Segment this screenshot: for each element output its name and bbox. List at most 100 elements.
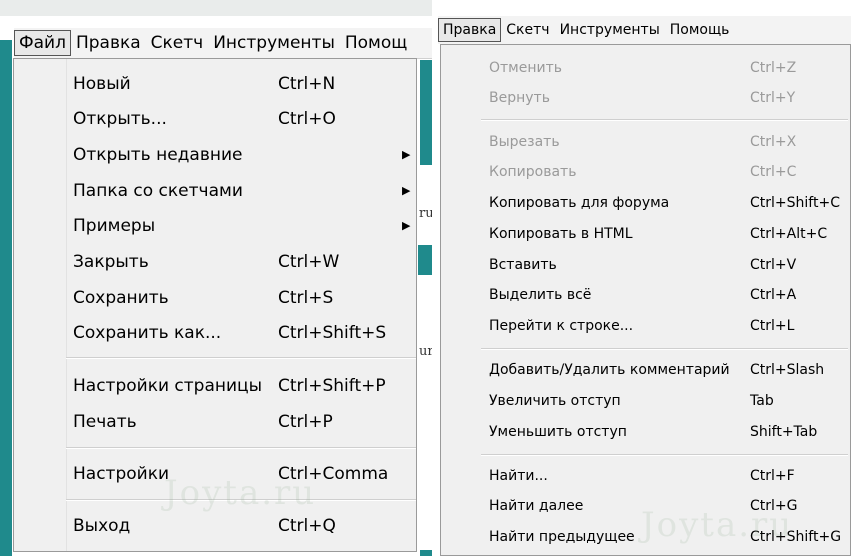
menu-item-label: Выход <box>73 516 131 536</box>
menu-separator <box>481 348 848 350</box>
menu-item-shortcut: Ctrl+L <box>750 318 795 334</box>
menu-item-open[interactable]: Открыть... Ctrl+O <box>14 102 416 136</box>
menu-file[interactable]: Файл <box>14 30 71 56</box>
edit-dropdown: Отменить Ctrl+Z Вернуть Ctrl+Y Вырезать … <box>440 44 851 556</box>
menu-item-shortcut: Ctrl+Shift+S <box>278 323 387 343</box>
menu-item-shortcut: Ctrl+C <box>750 164 797 180</box>
submenu-arrow-icon: ▶ <box>402 148 411 161</box>
menu-item-paste[interactable]: Вставить Ctrl+V <box>441 250 850 280</box>
menu-item-quit[interactable]: Выход Ctrl+Q <box>14 509 416 543</box>
menu-item-page-setup[interactable]: Настройки страницы Ctrl+Shift+P <box>14 369 416 403</box>
menu-item-label: Уменьшить отступ <box>489 424 627 440</box>
file-dropdown: Новый Ctrl+N Открыть... Ctrl+O Открыть н… <box>13 58 417 552</box>
menu-separator <box>66 447 416 449</box>
edit-menu-screenshot: Правка Скетч Инструменты Помощь Отменить… <box>438 16 851 556</box>
menu-help[interactable]: Помощь <box>665 19 735 41</box>
menu-item-close[interactable]: Закрыть Ctrl+W <box>14 245 416 279</box>
menu-item-shortcut: Ctrl+O <box>278 109 336 129</box>
menu-item-copy-as-html[interactable]: Копировать в HTML Ctrl+Alt+C <box>441 219 850 249</box>
editor-text-fragment: ru <box>419 206 432 221</box>
menu-item-shortcut: Tab <box>750 393 774 409</box>
menu-item-cut[interactable]: Вырезать Ctrl+X <box>441 127 850 157</box>
menu-item-print[interactable]: Печать Ctrl+P <box>14 405 416 439</box>
menu-item-copy-for-forum[interactable]: Копировать для форума Ctrl+Shift+C <box>441 188 850 218</box>
menu-item-save-as[interactable]: Сохранить как... Ctrl+Shift+S <box>14 316 416 350</box>
menu-item-label: Добавить/Удалить комментарий <box>489 362 730 378</box>
menu-item-shortcut: Ctrl+Slash <box>750 362 825 378</box>
menu-item-label: Копировать <box>489 164 577 180</box>
menu-item-label: Примеры <box>73 216 156 236</box>
menu-item-shortcut: Ctrl+P <box>278 412 333 432</box>
menu-item-label: Открыть недавние <box>73 145 243 165</box>
submenu-arrow-icon: ▶ <box>402 219 411 232</box>
menu-separator <box>481 454 848 456</box>
menu-item-shortcut: Ctrl+Alt+C <box>750 226 828 242</box>
editor-text-fragment: ur <box>419 344 432 359</box>
menu-item-label: Увеличить отступ <box>489 393 621 409</box>
menu-item-label: Перейти к строке... <box>489 318 634 334</box>
window-left-edge <box>0 40 12 556</box>
menu-item-label: Настройки <box>73 464 170 484</box>
menu-item-decrease-indent[interactable]: Уменьшить отступ Shift+Tab <box>441 417 850 447</box>
submenu-arrow-icon: ▶ <box>402 184 411 197</box>
menu-item-examples[interactable]: Примеры ▶ <box>14 209 416 243</box>
menu-item-shortcut: Ctrl+A <box>750 287 797 303</box>
menu-item-shortcut: Ctrl+V <box>750 257 797 273</box>
menu-item-sketchbook[interactable]: Папка со скетчами ▶ <box>14 174 416 208</box>
menu-item-find[interactable]: Найти... Ctrl+F <box>441 461 850 491</box>
menu-item-redo[interactable]: Вернуть Ctrl+Y <box>441 83 850 113</box>
menu-tools[interactable]: Инструменты <box>208 31 340 55</box>
menu-separator <box>66 357 416 359</box>
menu-help[interactable]: Помощ <box>340 31 412 55</box>
menu-item-increase-indent[interactable]: Увеличить отступ Tab <box>441 386 850 416</box>
watermark-text: Joyta.ru <box>641 505 794 545</box>
menu-item-label: Настройки страницы <box>73 376 263 396</box>
menu-item-shortcut: Ctrl+Y <box>750 90 796 106</box>
menu-item-shortcut: Shift+Tab <box>750 424 818 440</box>
menu-item-label: Найти далее <box>489 498 584 514</box>
menu-item-label: Вернуть <box>489 90 550 106</box>
menu-item-shortcut: Ctrl+Z <box>750 60 797 76</box>
menu-item-shortcut: Ctrl+W <box>278 252 340 272</box>
menu-item-copy[interactable]: Копировать Ctrl+C <box>441 157 850 187</box>
menubar: Файл Правка Скетч Инструменты Помощ <box>14 28 432 59</box>
menu-item-label: Папка со скетчами <box>73 181 243 201</box>
menu-item-label: Найти предыдущее <box>489 529 635 545</box>
menu-item-label: Копировать для форума <box>489 195 670 211</box>
menu-item-toggle-comment[interactable]: Добавить/Удалить комментарий Ctrl+Slash <box>441 355 850 385</box>
menu-item-shortcut: Ctrl+Shift+P <box>278 376 386 396</box>
menu-item-go-to-line[interactable]: Перейти к строке... Ctrl+L <box>441 311 850 341</box>
menu-item-select-all[interactable]: Выделить всё Ctrl+A <box>441 280 850 310</box>
menu-item-label: Новый <box>73 74 131 94</box>
editor-line-bar <box>418 245 432 275</box>
menu-item-shortcut: Ctrl+S <box>278 288 334 308</box>
menu-item-label: Сохранить как... <box>73 323 222 343</box>
menu-item-shortcut: Ctrl+X <box>750 134 797 150</box>
menu-item-label: Отменить <box>489 60 563 76</box>
menu-item-save[interactable]: Сохранить Ctrl+S <box>14 281 416 315</box>
menu-item-shortcut: Ctrl+Shift+C <box>750 195 840 211</box>
menu-separator <box>481 119 848 121</box>
menu-item-new[interactable]: Новый Ctrl+N <box>14 67 416 101</box>
menu-item-shortcut: Ctrl+Q <box>278 516 336 536</box>
menu-item-label: Вырезать <box>489 134 560 150</box>
menu-item-shortcut: Ctrl+N <box>278 74 336 94</box>
menu-item-label: Сохранить <box>73 288 169 308</box>
menu-edit[interactable]: Правка <box>438 18 502 42</box>
menu-item-label: Печать <box>73 412 137 432</box>
menu-item-undo[interactable]: Отменить Ctrl+Z <box>441 53 850 83</box>
file-menu-screenshot: ru ur Файл Правка Скетч Инструменты Помо… <box>0 0 432 556</box>
menu-sketch[interactable]: Скетч <box>501 19 554 41</box>
menu-item-label: Найти... <box>489 468 548 484</box>
menubar: Правка Скетч Инструменты Помощь <box>438 16 851 44</box>
menu-item-shortcut: Ctrl+F <box>750 468 795 484</box>
menu-edit[interactable]: Правка <box>71 31 146 55</box>
menu-sketch[interactable]: Скетч <box>146 31 209 55</box>
menu-item-label: Копировать в HTML <box>489 226 633 242</box>
menu-tools[interactable]: Инструменты <box>555 19 665 41</box>
watermark-text: Joyta.ru <box>164 473 317 513</box>
menu-item-label: Выделить всё <box>489 287 592 303</box>
window-top-strip <box>0 0 432 16</box>
menu-item-label: Открыть... <box>73 109 167 129</box>
menu-item-open-recent[interactable]: Открыть недавние ▶ <box>14 138 416 172</box>
